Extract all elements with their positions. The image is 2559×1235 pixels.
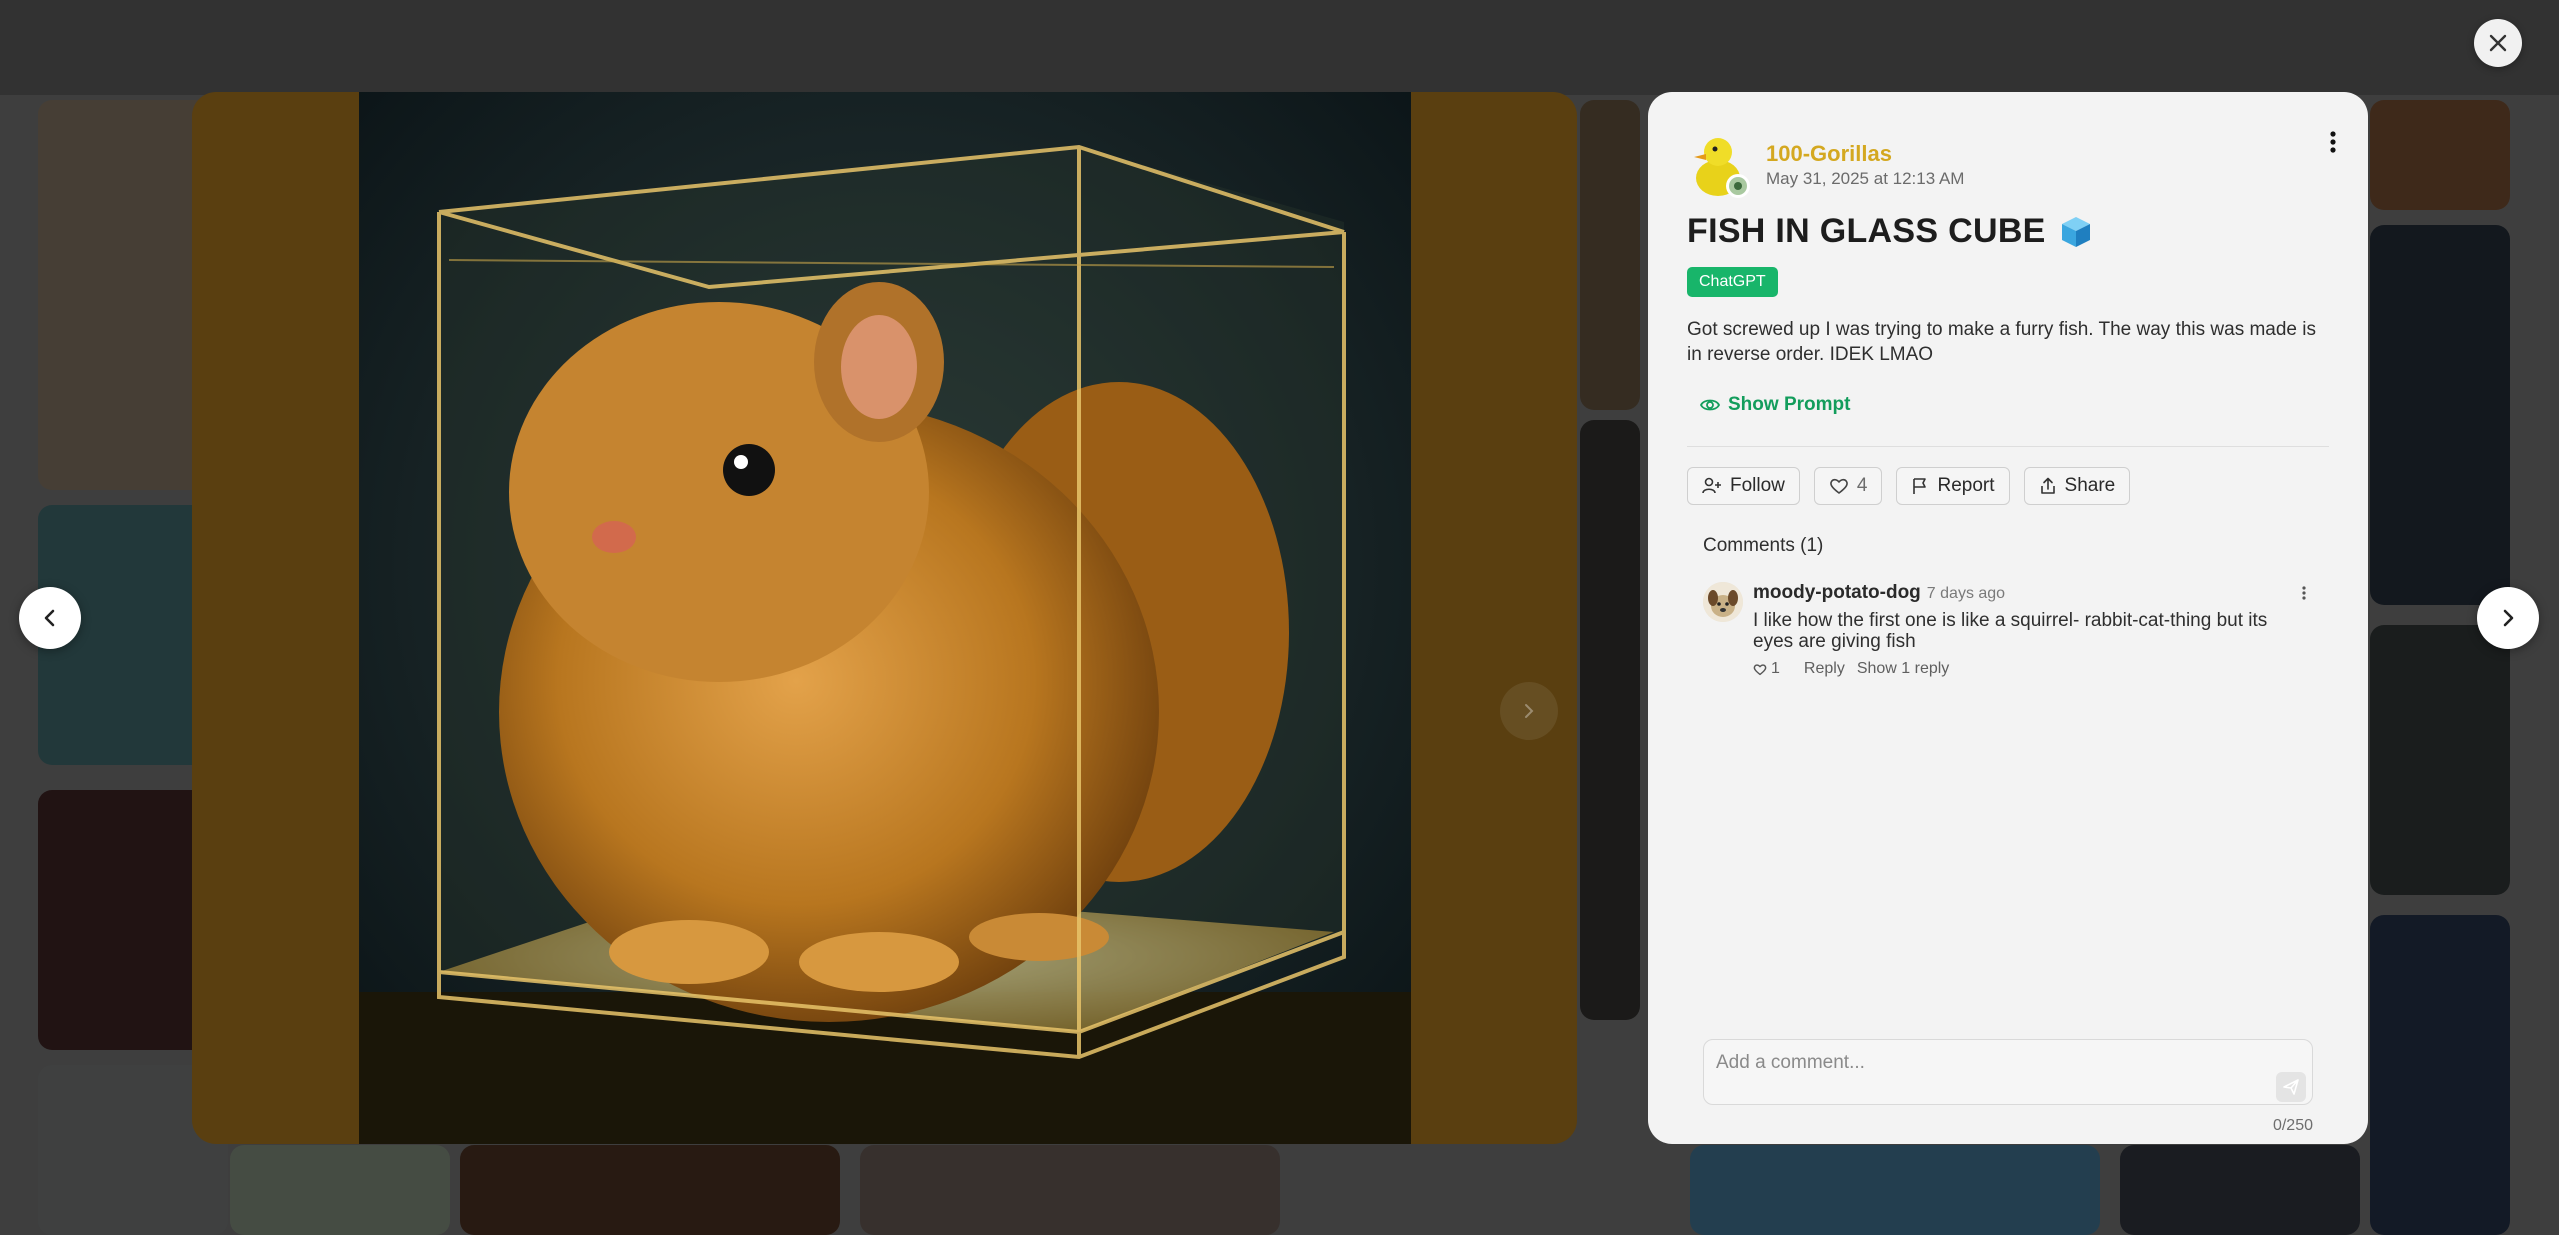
close-button[interactable] [2474,19,2522,67]
post-image[interactable] [359,92,1411,1144]
previous-button[interactable] [19,587,81,649]
blue-cube-icon [2061,216,2090,247]
author-name[interactable]: 100-Gorillas [1766,140,1964,168]
comment-input[interactable] [1716,1048,2236,1078]
post-title-row: FISH IN GLASS CUBE [1687,212,2094,251]
chevron-right-icon [2503,609,2514,627]
vertical-dots-icon [2302,586,2306,600]
follow-button[interactable]: Follow [1687,467,1800,505]
post-actions: Follow 4 Report Share [1687,467,2144,505]
comment-composer [1703,1039,2313,1105]
user-plus-icon [1702,477,1721,494]
heart-icon [1753,663,1767,675]
show-prompt-label: Show Prompt [1728,394,1851,415]
image-viewer [192,92,1577,1144]
dog-avatar-icon [1703,582,1743,622]
post-details-panel: 100-Gorillas May 31, 2025 at 12:13 AM FI… [1648,92,2368,1144]
share-label: Share [2064,475,2116,496]
reply-button[interactable]: Reply [1804,660,1845,678]
report-button[interactable]: Report [1896,467,2010,505]
commenter-avatar[interactable] [1703,582,1743,622]
like-count: 4 [1856,475,1868,496]
post-title: FISH IN GLASS CUBE [1687,212,2046,250]
send-comment-button[interactable] [2276,1072,2306,1102]
comment-time: 7 days ago [1926,585,2006,602]
comment-like-button[interactable]: 1 [1753,660,1792,678]
post-date: May 31, 2025 at 12:13 AM [1766,169,1965,188]
heart-icon [1830,478,1848,494]
model-badge[interactable]: ChatGPT [1687,267,1778,297]
post-options-button[interactable] [2316,120,2350,164]
close-icon [2489,34,2507,52]
chevron-left-icon [44,609,55,627]
image-next-arrow[interactable] [1500,682,1558,740]
show-replies-button[interactable]: Show 1 reply [1857,660,1950,678]
show-prompt-button[interactable]: Show Prompt [1700,394,1850,416]
char-counter: 0/250 [2272,1117,2313,1134]
eye-icon [1700,399,1720,411]
comments-heading: Comments (1) [1703,535,1824,556]
share-icon [2040,477,2055,494]
flag-icon [1913,478,1927,494]
comment-like-count: 1 [1771,660,1780,677]
post-description: Got screwed up I was trying to make a fu… [1687,319,2317,365]
comment-text: I like how the first one is like a squir… [1753,610,2268,652]
next-button[interactable] [2477,587,2539,649]
comment-options-button[interactable] [2293,582,2315,604]
duck-avatar-icon [1694,138,1750,198]
follow-label: Follow [1730,475,1785,496]
divider [1687,446,2329,447]
author-avatar[interactable] [1688,130,1758,200]
author-row: 100-Gorillas May 31, 2025 at 12:13 AM [1688,130,1964,200]
like-button[interactable]: 4 [1813,467,1883,505]
share-button[interactable]: Share [2023,467,2131,505]
send-icon [2283,1079,2299,1095]
chevron-right-icon [1525,704,1534,718]
report-label: Report [1937,475,1995,496]
vertical-dots-icon [2330,131,2336,153]
commenter-name[interactable]: moody-potato-dog [1753,582,1921,604]
